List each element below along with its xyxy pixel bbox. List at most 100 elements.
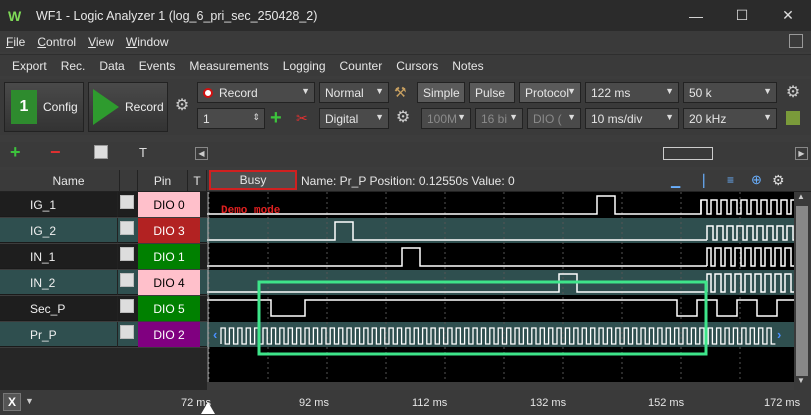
edit-channel-icon[interactable] [94, 145, 108, 159]
align-top-icon[interactable]: ≡ [727, 173, 734, 187]
settings-gear-icon[interactable]: ⚙ [784, 84, 802, 102]
scroll-down-icon[interactable]: ▼ [797, 376, 805, 385]
plot-gear-icon[interactable]: ⚙ [772, 172, 785, 189]
axis-x-button[interactable]: X [3, 393, 21, 411]
tool-cursors[interactable]: Cursors [396, 59, 438, 73]
channel-checkbox[interactable] [120, 195, 134, 209]
channel-checkbox[interactable] [120, 325, 134, 339]
channel-row[interactable]: Sec_P DIO 5 [0, 296, 207, 321]
zoom-icon[interactable]: ⊕ [751, 172, 762, 188]
div-select[interactable]: 10 ms/div ▼ [585, 108, 679, 129]
protocol-button[interactable]: Protocol ▼ [519, 82, 581, 103]
axis-tick: 112 ms [412, 397, 448, 409]
tool-notes[interactable]: Notes [452, 59, 483, 73]
channel-pin[interactable]: DIO 1 [138, 244, 200, 269]
trigger-gear-icon[interactable]: ⚙ [394, 109, 412, 127]
zoom-range-box[interactable] [663, 147, 713, 160]
pulse-button[interactable]: Pulse [469, 82, 515, 103]
maximize-button[interactable]: ☐ [719, 0, 765, 31]
close-button[interactable]: ✕ [765, 0, 811, 31]
time-axis: X ▼ 72 ms 92 ms 112 ms 132 ms 152 ms 172… [0, 390, 811, 415]
channel-pin[interactable]: DIO 3 [138, 218, 200, 243]
channel-row[interactable]: IG_1 DIO 0 [0, 192, 207, 217]
channel-name[interactable]: Sec_P [18, 296, 118, 321]
channel-list-empty [0, 348, 207, 390]
channel-checkbox[interactable] [120, 221, 134, 235]
status-icon[interactable] [786, 111, 800, 125]
tool-measurements[interactable]: Measurements [189, 59, 268, 73]
menu-view[interactable]: View [88, 35, 114, 49]
channel-name[interactable]: Pr_P [18, 322, 118, 347]
bits-select[interactable]: 16 bi ▼ [475, 108, 523, 129]
scroll-right-arrow-icon[interactable]: › [777, 327, 781, 342]
channel-row[interactable]: Pr_P DIO 2 [0, 322, 207, 347]
channel-checkbox[interactable] [120, 247, 134, 261]
remove-channel-icon[interactable]: − [50, 142, 61, 163]
waveform-plot[interactable]: Demo mode ‹ › [207, 192, 811, 382]
time-select[interactable]: 122 ms ▼ [585, 82, 679, 103]
pin-column-header[interactable]: Pin [138, 170, 188, 192]
play-icon [93, 89, 119, 125]
restore-panel-icon[interactable] [789, 34, 803, 48]
add-channel-icon[interactable]: + [10, 142, 21, 163]
align-right-icon[interactable]: ▕ [695, 174, 704, 188]
scroll-right-icon[interactable]: ▶ [795, 147, 808, 160]
rate-select[interactable]: 100M ▼ [421, 108, 471, 129]
channel-checkbox[interactable] [120, 299, 134, 313]
vertical-scrollbar[interactable]: ▲ ▼ [794, 192, 811, 390]
channel-checkbox[interactable] [120, 273, 134, 287]
count-stepper[interactable]: 1 ⇕ [197, 108, 265, 129]
config-button[interactable]: 1 Config [4, 82, 84, 132]
channel-row[interactable]: IG_2 DIO 3 [0, 218, 207, 243]
trigger-mode-select[interactable]: Normal ▼ [319, 82, 389, 103]
simple-button[interactable]: Simple [417, 82, 465, 103]
tool-logging[interactable]: Logging [283, 59, 326, 73]
text-tool[interactable]: T [139, 145, 147, 160]
tool-rec[interactable]: Rec. [61, 59, 86, 73]
minimize-button[interactable]: — [673, 0, 719, 31]
channel-header: Name Pin T Busy Name: Pr_P Position: 0.1… [0, 170, 811, 192]
channel-row[interactable]: IN_1 DIO 1 [0, 244, 207, 269]
menu-control[interactable]: Control [37, 35, 76, 49]
scroll-up-icon[interactable]: ▲ [797, 192, 805, 201]
channel-pin[interactable]: DIO 4 [138, 270, 200, 295]
axis-dropdown-icon[interactable]: ▼ [25, 396, 34, 406]
mode-select[interactable]: Record ▼ [197, 82, 315, 103]
trigger-marker-icon[interactable] [201, 402, 215, 414]
dio-select[interactable]: DIO (▼ [527, 108, 581, 129]
channel-pin[interactable]: DIO 0 [138, 192, 200, 217]
tool-counter[interactable]: Counter [340, 59, 383, 73]
name-column-header[interactable]: Name [18, 170, 120, 192]
record-button[interactable]: Record [88, 82, 168, 132]
control-bar: 1 Config Record ⚙ Record ▼ Normal ▼ ⚒ Simp… [0, 79, 811, 135]
type-select[interactable]: Digital ▼ [319, 108, 389, 129]
scissors-icon[interactable]: ✂ [296, 110, 308, 127]
scroll-thumb[interactable] [796, 206, 808, 376]
freq-select[interactable]: 20 kHz ▼ [683, 108, 777, 129]
tool-events[interactable]: Events [139, 59, 176, 73]
tool-data[interactable]: Data [99, 59, 124, 73]
align-left-icon[interactable]: ▁ [671, 174, 680, 188]
gear-icon[interactable]: ⚙ [173, 97, 191, 115]
hammer-icon[interactable]: ⚒ [394, 84, 407, 101]
channel-pin[interactable]: DIO 2 [138, 322, 200, 347]
channel-name[interactable]: IN_1 [18, 244, 118, 269]
menu-file[interactable]: File [6, 35, 25, 49]
axis-tick: 132 ms [530, 397, 567, 409]
channel-pin[interactable]: DIO 5 [138, 296, 200, 321]
channel-toolbar: + − T ◀ ▶ [0, 142, 811, 167]
channel-name[interactable]: IN_2 [18, 270, 118, 295]
t-column-header[interactable]: T [188, 170, 207, 192]
add-icon[interactable]: + [270, 108, 282, 128]
scroll-left-icon[interactable]: ◀ [195, 147, 208, 160]
tool-export[interactable]: Export [12, 59, 47, 73]
menu-window[interactable]: Window [126, 35, 169, 49]
demo-mode-label: Demo mode [221, 205, 281, 217]
scroll-left-arrow-icon[interactable]: ‹ [213, 327, 217, 342]
samples-select[interactable]: 50 k ▼ [683, 82, 777, 103]
channel-name[interactable]: IG_2 [18, 218, 118, 243]
channel-name[interactable]: IG_1 [18, 192, 118, 217]
channel-row[interactable]: IN_2 DIO 4 [0, 270, 207, 295]
config-badge: 1 [11, 90, 37, 124]
menu-bar: File Control View Window [0, 31, 811, 52]
